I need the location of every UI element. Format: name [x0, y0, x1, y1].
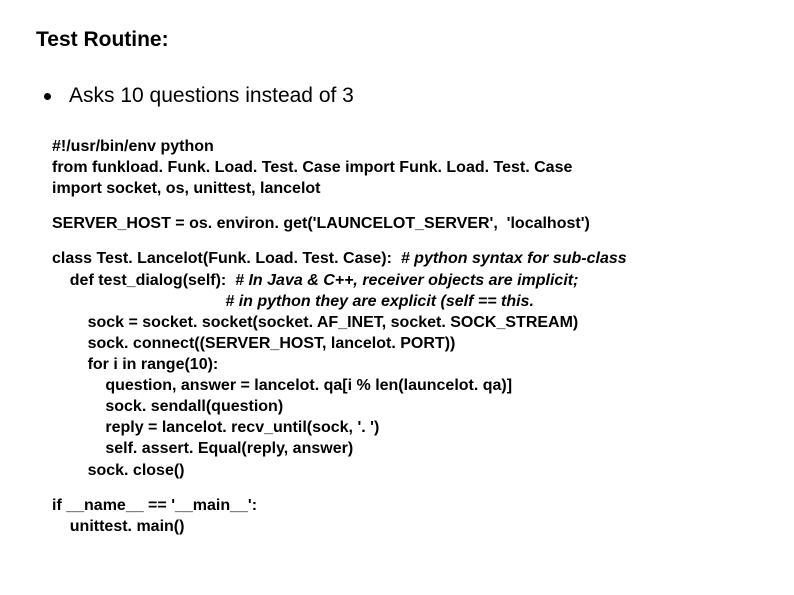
- code-line: self. assert. Equal(reply, answer): [52, 440, 353, 457]
- code-line: SERVER_HOST = os. environ. get('LAUNCELO…: [52, 215, 590, 232]
- code-comment: # in python they are explicit (self == t…: [52, 293, 534, 310]
- code-line: class Test. Lancelot(Funk. Load. Test. C…: [52, 250, 401, 267]
- code-comment: # In Java & C++, receiver objects are im…: [235, 272, 578, 289]
- code-line: from funkload. Funk. Load. Test. Case im…: [52, 159, 572, 176]
- code-line: sock = socket. socket(socket. AF_INET, s…: [52, 314, 578, 331]
- bullet-icon: [44, 93, 51, 100]
- code-line: if __name__ == '__main__':: [52, 497, 257, 514]
- code-comment: # python syntax for sub-class: [401, 250, 627, 267]
- code-line: sock. sendall(question): [52, 398, 283, 415]
- bullet-item: Asks 10 questions instead of 3: [44, 84, 758, 108]
- code-line: #!/usr/bin/env python: [52, 138, 214, 155]
- code-line: sock. close(): [52, 462, 185, 479]
- code-line: for i in range(10):: [52, 356, 218, 373]
- bullet-text: Asks 10 questions instead of 3: [69, 84, 354, 108]
- code-line: sock. connect((SERVER_HOST, lancelot. PO…: [52, 335, 455, 352]
- code-line: reply = lancelot. recv_until(sock, '. '): [52, 419, 379, 436]
- code-line: def test_dialog(self):: [52, 272, 235, 289]
- page-title: Test Routine:: [36, 28, 758, 52]
- code-line: unittest. main(): [52, 518, 184, 535]
- code-line: question, answer = lancelot. qa[i % len(…: [52, 377, 512, 394]
- document-page: Test Routine: Asks 10 questions instead …: [0, 0, 794, 537]
- code-block: #!/usr/bin/env python from funkload. Fun…: [52, 136, 758, 537]
- code-line: import socket, os, unittest, lancelot: [52, 180, 321, 197]
